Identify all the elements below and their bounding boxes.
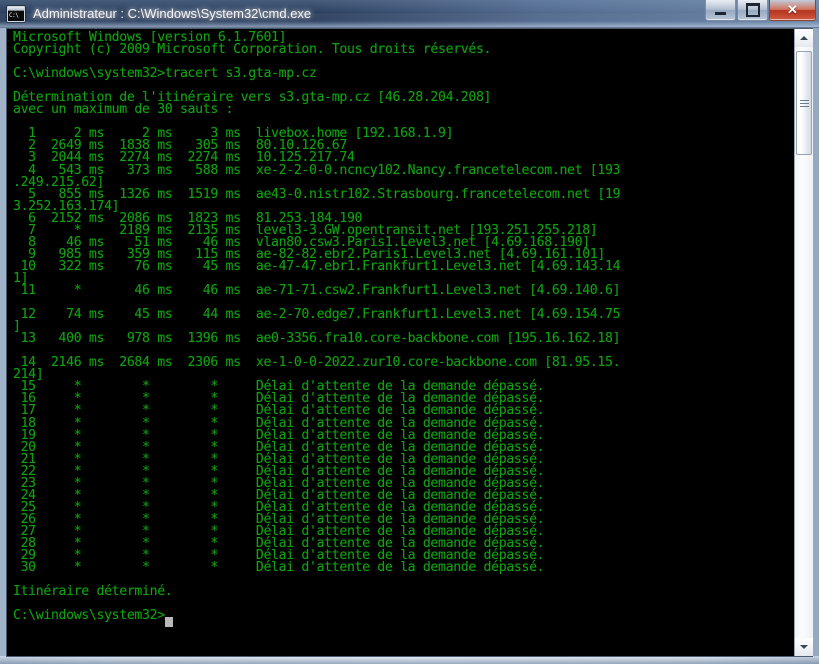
scroll-down-button[interactable]: [795, 638, 813, 656]
text-cursor: [164, 617, 173, 628]
down-arrow-icon: [800, 645, 808, 649]
minimize-icon: [706, 0, 735, 20]
up-arrow-icon: [800, 36, 808, 40]
close-icon: ✕: [787, 2, 798, 17]
console-output-area[interactable]: Microsoft Windows [version 6.1.7601] Cop…: [7, 29, 794, 656]
window-title: Administrateur : C:\Windows\System32\cmd…: [33, 6, 312, 21]
cmd-icon-glyph: C:\: [9, 11, 19, 19]
cmd-window: C:\ Administrateur : C:\Windows\System32…: [0, 0, 819, 664]
caption-buttons: ✕: [705, 0, 816, 21]
scrollbar-grip-icon: [800, 100, 809, 109]
console-text: Microsoft Windows [version 6.1.7601] Cop…: [13, 30, 621, 624]
vertical-scrollbar[interactable]: [794, 29, 813, 656]
console-cursor-holder: [164, 611, 173, 630]
cmd-console-icon: C:\: [7, 5, 25, 22]
maximize-restore-button[interactable]: [737, 0, 768, 21]
scrollbar-thumb[interactable]: [796, 51, 812, 155]
restore-icon: [738, 0, 767, 20]
close-button[interactable]: ✕: [769, 0, 816, 21]
window-titlebar[interactable]: C:\ Administrateur : C:\Windows\System32…: [0, 0, 819, 28]
window-frame: Microsoft Windows [version 6.1.7601] Cop…: [0, 28, 819, 664]
minimize-button[interactable]: [705, 0, 736, 21]
scroll-up-button[interactable]: [795, 29, 813, 47]
window-client-area: Microsoft Windows [version 6.1.7601] Cop…: [6, 28, 813, 657]
